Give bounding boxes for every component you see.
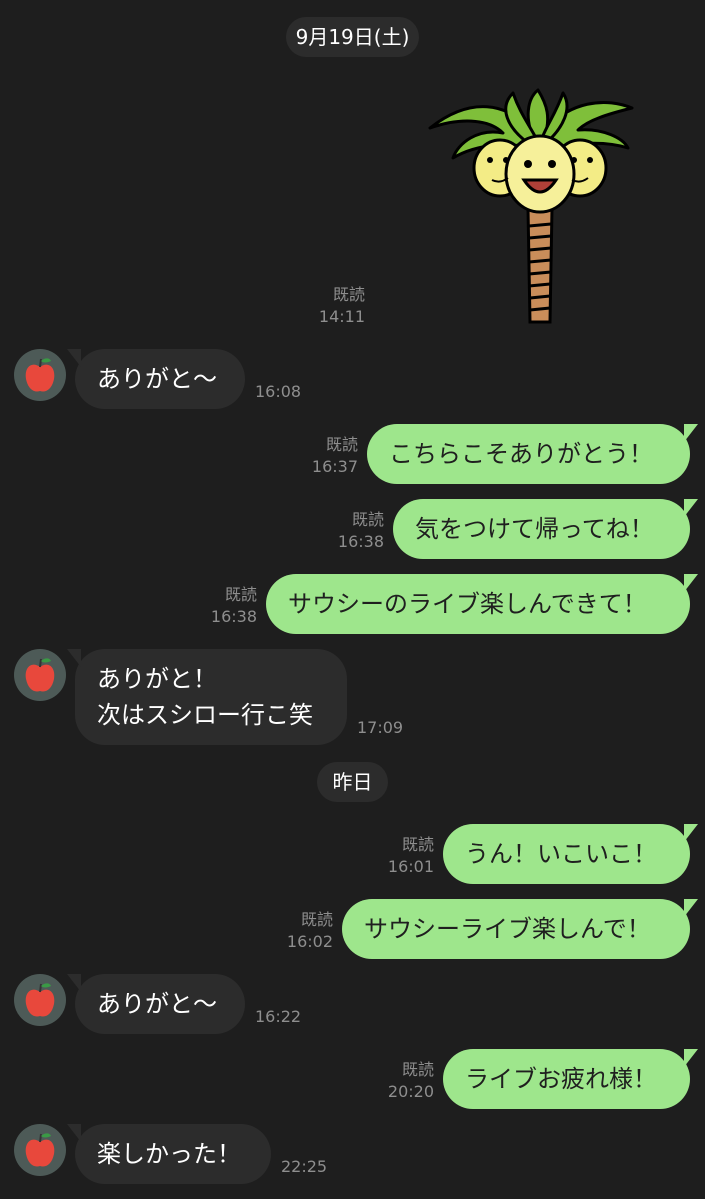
message-bubble-outgoing[interactable]: うん！いこいこ！ <box>443 824 698 884</box>
avatar[interactable] <box>14 349 66 401</box>
message-line: 次はスシロー行こ笑 <box>97 701 313 729</box>
message-bubble-outgoing[interactable]: サウシーのライブ楽しんできて！ <box>266 574 698 634</box>
avatar[interactable] <box>14 974 66 1026</box>
message-line: ありがと！ <box>97 665 217 693</box>
date-separator: 9月19日(土) <box>286 17 419 57</box>
read-receipt: 既読 16:38 <box>210 585 257 626</box>
chat-view[interactable]: 9月19日(土) 既読 14:11 ありがと〜 16:08 既読 16:37 こ… <box>0 0 705 1199</box>
palm-tree-sticker[interactable] <box>428 88 634 326</box>
avatar[interactable] <box>14 649 66 701</box>
message-time: 16:22 <box>255 1007 302 1026</box>
message-bubble-outgoing[interactable]: サウシーライブ楽しんで！ <box>342 899 698 959</box>
message-bubble-outgoing[interactable]: 気をつけて帰ってね！ <box>393 499 698 559</box>
read-receipt: 既読 20:20 <box>387 1060 434 1101</box>
message-time: 22:25 <box>281 1157 328 1176</box>
message-bubble-incoming[interactable]: 楽しかった！ <box>67 1124 271 1184</box>
read-receipt: 既読 14:11 <box>318 285 365 326</box>
read-receipt: 既読 16:02 <box>286 910 333 951</box>
message-bubble-incoming[interactable]: ありがと〜 <box>67 349 245 409</box>
read-receipt: 既読 16:38 <box>337 510 384 551</box>
palm-tree-exeggutor-icon <box>428 88 634 324</box>
message-bubble-outgoing[interactable]: こちらこそありがとう！ <box>367 424 698 484</box>
message-time: 17:09 <box>357 718 404 737</box>
read-receipt: 既読 16:37 <box>311 435 358 476</box>
apple-icon <box>25 983 55 1017</box>
message-time: 16:08 <box>255 382 302 401</box>
apple-icon <box>25 358 55 392</box>
read-receipt: 既読 16:01 <box>387 835 434 876</box>
message-bubble-incoming[interactable]: ありがと！ 次はスシロー行こ笑 <box>67 649 347 745</box>
date-separator: 昨日 <box>317 762 388 802</box>
apple-icon <box>25 1133 55 1167</box>
avatar[interactable] <box>14 1124 66 1176</box>
apple-icon <box>25 658 55 692</box>
message-bubble-outgoing[interactable]: ライブお疲れ様！ <box>443 1049 698 1109</box>
message-bubble-incoming[interactable]: ありがと〜 <box>67 974 245 1034</box>
